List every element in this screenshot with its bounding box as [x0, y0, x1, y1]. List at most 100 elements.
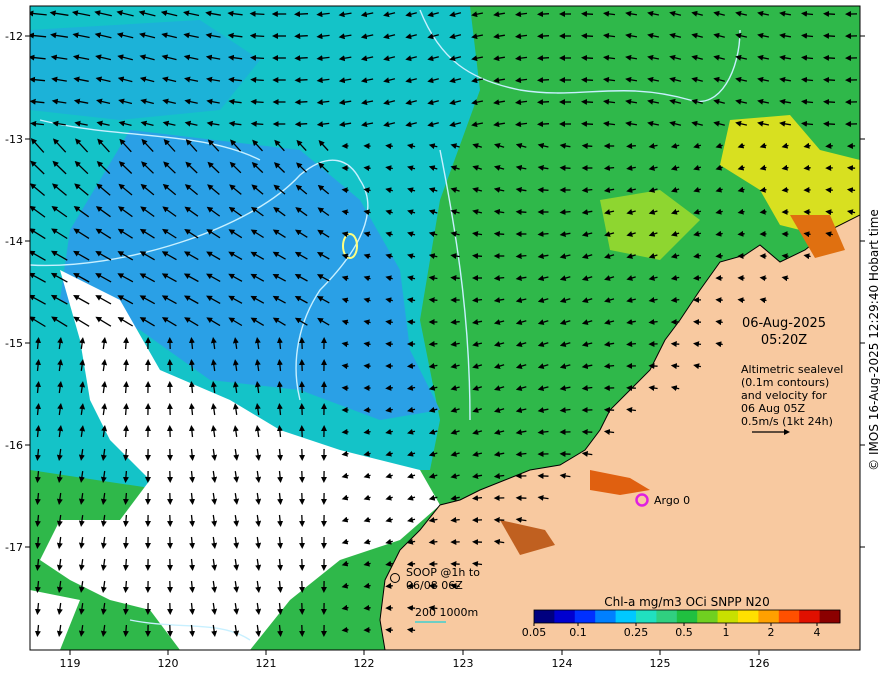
- velocity-arrow: [472, 495, 483, 501]
- colorbar-swatch: [697, 610, 719, 623]
- lat-tick-label: -12: [5, 30, 23, 43]
- lon-tick-label: 126: [749, 657, 770, 670]
- velocity-arrow: [123, 425, 130, 438]
- velocity-arrow: [626, 143, 636, 149]
- velocity-arrow: [715, 252, 723, 259]
- velocity-arrow: [294, 11, 309, 18]
- velocity-arrow: [363, 428, 371, 435]
- colorbar-swatch: [615, 610, 637, 623]
- soop-label-1: SOOP @1h to: [406, 566, 480, 579]
- velocity-arrow: [294, 33, 308, 40]
- altimetry-line-2: (0.1m contours): [741, 376, 829, 389]
- velocity-arrow: [803, 231, 811, 238]
- colorbar-swatch: [534, 610, 555, 623]
- colorbar-swatch: [636, 610, 657, 623]
- velocity-arrow: [581, 187, 593, 194]
- velocity-arrow: [537, 77, 550, 84]
- velocity-arrow: [537, 186, 549, 193]
- velocity-arrow: [515, 208, 527, 215]
- velocity-arrow: [385, 582, 393, 589]
- velocity-arrow: [537, 121, 550, 128]
- velocity-arrow: [781, 186, 789, 193]
- lat-tick-label: -13: [5, 133, 23, 146]
- argo-label: Argo 0: [654, 494, 690, 507]
- velocity-arrow: [249, 10, 265, 17]
- colorbar-swatch: [799, 610, 821, 623]
- velocity-arrow: [122, 514, 129, 527]
- velocity-arrow: [341, 626, 349, 633]
- colorbar-title: Chl-a mg/m3 OCi SNPP N20: [604, 595, 769, 609]
- velocity-arrow: [537, 11, 550, 18]
- colorbar-swatch: [676, 610, 698, 623]
- velocity-arrow: [581, 76, 594, 83]
- velocity-arrow: [823, 98, 836, 105]
- velocity-arrow: [294, 55, 308, 62]
- velocity-arrow: [737, 230, 745, 237]
- colorbar-tick-label: 1: [723, 626, 730, 639]
- colorbar-swatch: [758, 610, 780, 623]
- velocity-arrow: [250, 54, 265, 61]
- colorbar-swatch: [656, 610, 678, 623]
- velocity-arrow: [122, 536, 129, 549]
- velocity-arrow: [122, 492, 129, 505]
- lat-tick-label: -16: [5, 439, 23, 452]
- velocity-arrow: [122, 470, 129, 483]
- velocity-arrow: [493, 275, 505, 282]
- colorbar-swatch: [574, 610, 596, 623]
- velocity-arrow: [122, 602, 129, 615]
- velocity-arrow: [626, 341, 636, 347]
- velocity-arrow: [123, 381, 130, 394]
- velocity-arrow: [559, 209, 571, 216]
- velocity-arrow: [581, 32, 594, 39]
- velocity-arrow: [670, 363, 680, 370]
- map-figure: 119 120 121 122 123 124 125 126 -12-13-14-15-16…: [5, 5, 880, 670]
- velocity-arrow: [428, 297, 438, 304]
- velocity-arrow: [341, 450, 349, 457]
- lat-tick-label: -14: [5, 235, 23, 248]
- velocity-arrow: [123, 403, 130, 416]
- isobath-label: 200 1000m: [415, 606, 478, 619]
- longitude-axis: 119 120 121 122 123 124 125 126: [60, 650, 770, 670]
- colorbar-tick-label: 4: [814, 626, 821, 639]
- colorbar-tick-label: 0.1: [569, 626, 587, 639]
- velocity-arrow: [472, 253, 483, 259]
- velocity-arrow: [123, 337, 130, 350]
- velocity-arrow: [693, 274, 702, 281]
- altimetry-line-5: 0.5m/s (1kt 24h): [741, 415, 833, 428]
- colorbar-tick-label: 0.05: [522, 626, 547, 639]
- velocity-arrow: [803, 164, 811, 171]
- velocity-arrow: [581, 142, 593, 149]
- credit-text: © IMOS 16-Aug-2025 12:29:40 Hobart time: [867, 209, 880, 471]
- lon-tick-label: 125: [650, 657, 671, 670]
- velocity-arrow: [406, 560, 416, 567]
- velocity-arrow: [603, 363, 615, 369]
- colorbar-swatch: [738, 610, 759, 623]
- velocity-arrow: [363, 604, 371, 611]
- velocity-arrow: [122, 558, 129, 571]
- velocity-arrow: [581, 54, 594, 61]
- velocity-arrow: [581, 120, 594, 127]
- lat-tick-label: -17: [5, 541, 23, 554]
- velocity-arrow: [737, 297, 745, 304]
- velocity-arrow: [781, 253, 789, 260]
- velocity-arrow: [759, 208, 767, 215]
- altimetry-line-1: Altimetric sealevel: [741, 363, 843, 376]
- velocity-arrow: [406, 627, 416, 634]
- lon-tick-label: 124: [552, 657, 573, 670]
- velocity-arrow: [363, 165, 371, 172]
- velocity-arrow: [537, 99, 550, 106]
- velocity-arrow: [450, 275, 460, 282]
- velocity-arrow: [294, 121, 308, 128]
- velocity-arrow: [581, 10, 594, 17]
- velocity-arrow: [250, 120, 264, 127]
- velocity-arrow: [823, 120, 836, 127]
- velocity-arrow: [759, 186, 767, 193]
- velocity-arrow: [472, 297, 483, 303]
- velocity-arrow: [363, 341, 371, 348]
- velocity-arrow: [406, 362, 416, 369]
- velocity-arrow: [341, 363, 349, 370]
- velocity-arrow: [428, 340, 438, 347]
- velocity-arrow: [249, 32, 265, 39]
- velocity-arrow: [759, 275, 767, 282]
- velocity-arrow: [537, 231, 549, 238]
